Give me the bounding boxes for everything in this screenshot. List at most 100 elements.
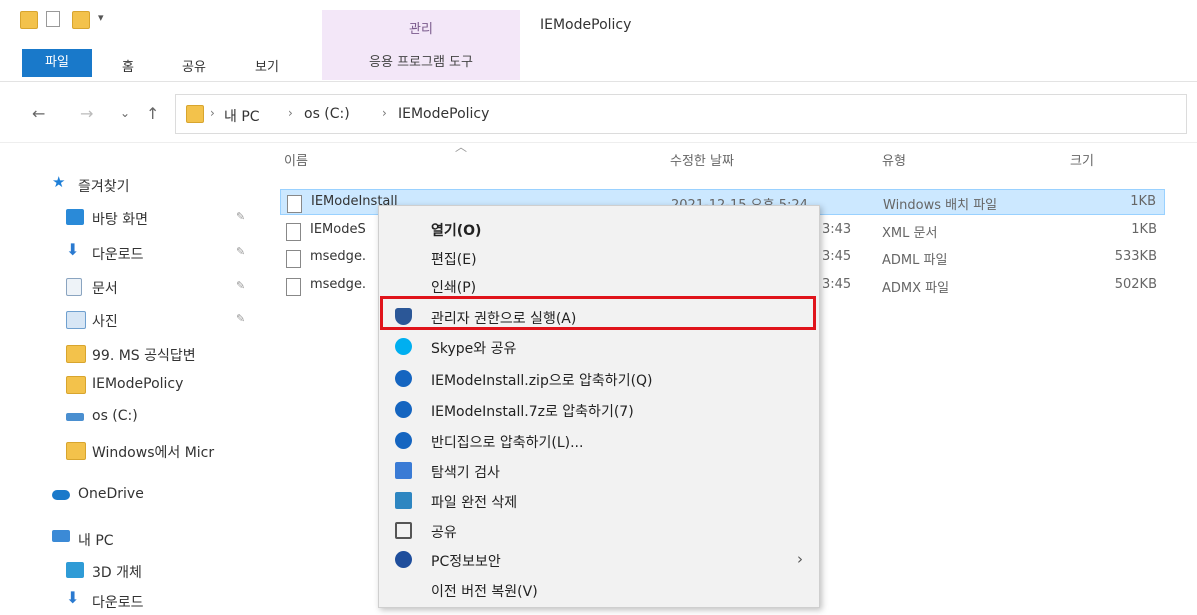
folder-icon	[66, 376, 86, 394]
cloud-icon	[52, 490, 70, 500]
file-icon	[286, 250, 301, 268]
menu-item-restore-previous[interactable]: 이전 버전 복원(V)	[379, 576, 819, 603]
pin-icon: ✎	[236, 312, 246, 325]
pin-icon: ✎	[236, 245, 246, 258]
menu-item-label: IEModeInstall.zip으로 압축하기(Q)	[431, 373, 653, 389]
nav-item-windows-folder[interactable]: Windows에서 Micr	[66, 437, 316, 465]
nav-item-label: 내 PC	[78, 533, 114, 549]
file-name: IEModeS	[310, 222, 366, 237]
breadcrumb-separator: ›	[382, 106, 387, 120]
breadcrumb-drive[interactable]: os (C:)	[304, 106, 350, 122]
scan-icon	[395, 462, 412, 479]
pin-icon: ✎	[236, 279, 246, 292]
menu-item-print[interactable]: 인쇄(P)	[379, 272, 819, 299]
properties-icon[interactable]	[46, 11, 60, 27]
breadcrumb-this-pc[interactable]: 내 PC	[224, 106, 260, 126]
nav-item-downloads[interactable]: ⬇ 다운로드 ✎	[66, 239, 316, 267]
menu-item-label: 파일 완전 삭제	[431, 495, 518, 511]
menu-item-shred-file[interactable]: 파일 완전 삭제	[379, 487, 819, 514]
nav-item-label: 사진	[92, 314, 118, 330]
desktop-icon	[66, 209, 84, 225]
nav-item-desktop[interactable]: 바탕 화면 ✎	[66, 204, 316, 232]
folder-icon	[186, 105, 204, 123]
menu-item-label: 탐색기 검사	[431, 465, 500, 481]
column-header-type[interactable]: 유형	[882, 150, 906, 169]
back-button[interactable]: ←	[32, 104, 45, 123]
breadcrumb-separator: ›	[288, 106, 293, 120]
menu-item-label: 공유	[431, 525, 457, 541]
menu-item-label: 관리자 권한으로 실행(A)	[431, 311, 577, 327]
nav-item-this-pc[interactable]: 내 PC	[52, 525, 302, 553]
menu-item-run-as-admin[interactable]: 관리자 권한으로 실행(A)	[379, 303, 819, 330]
folder-icon	[20, 11, 38, 29]
3d-objects-icon	[66, 562, 84, 578]
nav-item-pictures[interactable]: 사진 ✎	[66, 306, 316, 334]
nav-item-quick-access[interactable]: ★ 즐겨찾기	[52, 171, 302, 199]
menu-item-edit[interactable]: 편집(E)	[379, 244, 819, 271]
document-icon	[66, 278, 82, 296]
batch-file-icon	[287, 195, 302, 213]
pictures-icon	[66, 311, 86, 329]
nav-item-label: 다운로드	[92, 247, 144, 263]
sort-ascending-icon: ︿	[455, 140, 468, 154]
menu-item-share-skype[interactable]: Skype와 공유	[379, 333, 819, 360]
tab-home[interactable]: 홈	[122, 56, 134, 75]
up-button[interactable]: ↑	[146, 104, 159, 123]
column-header-name[interactable]: 이름	[284, 150, 308, 169]
address-bar[interactable]: › 내 PC › os (C:) › IEModePolicy	[175, 94, 1187, 134]
pin-icon: ✎	[236, 210, 246, 223]
menu-item-label: Skype와 공유	[431, 341, 517, 357]
bandizip-icon	[395, 401, 412, 418]
file-name: msedge.	[310, 249, 367, 264]
menu-item-compress-7z[interactable]: IEModeInstall.7z로 압축하기(7)	[379, 396, 819, 423]
menu-item-label: 이전 버전 복원(V)	[431, 584, 538, 600]
shred-icon	[395, 492, 412, 509]
nav-item-label: os (C:)	[92, 408, 138, 424]
forward-button[interactable]: →	[80, 104, 93, 123]
nav-item-ms-answers-folder[interactable]: 99. MS 공식답변	[66, 340, 316, 368]
context-menu: 열기(O) 편집(E) 인쇄(P) 관리자 권한으로 실행(A) Skype와 …	[378, 205, 820, 608]
bandizip-icon	[395, 370, 412, 387]
nav-item-os-drive[interactable]: os (C:)	[66, 403, 316, 431]
navigation-pane: ★ 즐겨찾기 바탕 화면 ✎ ⬇ 다운로드 ✎ 문서 ✎ 사진 ✎ 99. MS…	[0, 143, 265, 611]
nav-item-label: 즐겨찾기	[78, 179, 130, 195]
file-icon	[286, 278, 301, 296]
menu-item-pc-security[interactable]: PC정보보안 ›	[379, 546, 819, 573]
menu-item-label: 열기(O)	[431, 223, 482, 239]
nav-item-3d-objects[interactable]: 3D 개체	[66, 557, 316, 585]
file-size: 533KB	[1114, 249, 1157, 264]
menu-item-compress-bandizip[interactable]: 반디집으로 압축하기(L)...	[379, 427, 819, 454]
file-date: 3:45	[822, 277, 852, 292]
breadcrumb-separator: ›	[210, 106, 215, 120]
tab-app-tools[interactable]: 응용 프로그램 도구	[322, 45, 520, 80]
file-type: ADML 파일	[882, 253, 948, 268]
recent-locations-button[interactable]: ⌄	[120, 106, 130, 120]
menu-item-label: PC정보보안	[431, 554, 501, 570]
tab-view[interactable]: 보기	[255, 56, 279, 75]
drive-icon	[66, 413, 84, 421]
download-icon: ⬇	[66, 588, 80, 607]
menu-item-explorer-scan[interactable]: 탐색기 검사	[379, 457, 819, 484]
nav-item-iemodepolicy-folder[interactable]: IEModePolicy	[66, 371, 316, 399]
share-icon	[395, 522, 412, 539]
nav-item-documents[interactable]: 문서 ✎	[66, 273, 316, 301]
file-size: 502KB	[1114, 277, 1157, 292]
file-date: 3:43	[822, 222, 852, 237]
customize-qat-icon[interactable]: ▾	[98, 11, 114, 27]
nav-item-downloads-pc[interactable]: ⬇ 다운로드	[66, 587, 316, 615]
column-header-date[interactable]: 수정한 날짜	[670, 150, 734, 169]
address-row: ← → ⌄ ↑ › 내 PC › os (C:) › IEModePolicy	[0, 82, 1197, 143]
menu-item-label: IEModeInstall.7z로 압축하기(7)	[431, 404, 634, 420]
menu-item-open[interactable]: 열기(O)	[379, 215, 819, 242]
menu-item-compress-zip[interactable]: IEModeInstall.zip으로 압축하기(Q)	[379, 365, 819, 392]
breadcrumb-folder[interactable]: IEModePolicy	[398, 106, 489, 122]
tab-file[interactable]: 파일	[22, 49, 92, 77]
column-header-size[interactable]: 크기	[1070, 150, 1094, 169]
nav-item-onedrive[interactable]: OneDrive	[52, 481, 302, 509]
folder-icon	[66, 442, 86, 460]
file-type: Windows 배치 파일	[883, 198, 998, 213]
new-folder-icon[interactable]	[72, 11, 90, 29]
tab-share[interactable]: 공유	[182, 56, 206, 75]
star-icon: ★	[52, 173, 66, 191]
menu-item-share[interactable]: 공유	[379, 517, 819, 544]
